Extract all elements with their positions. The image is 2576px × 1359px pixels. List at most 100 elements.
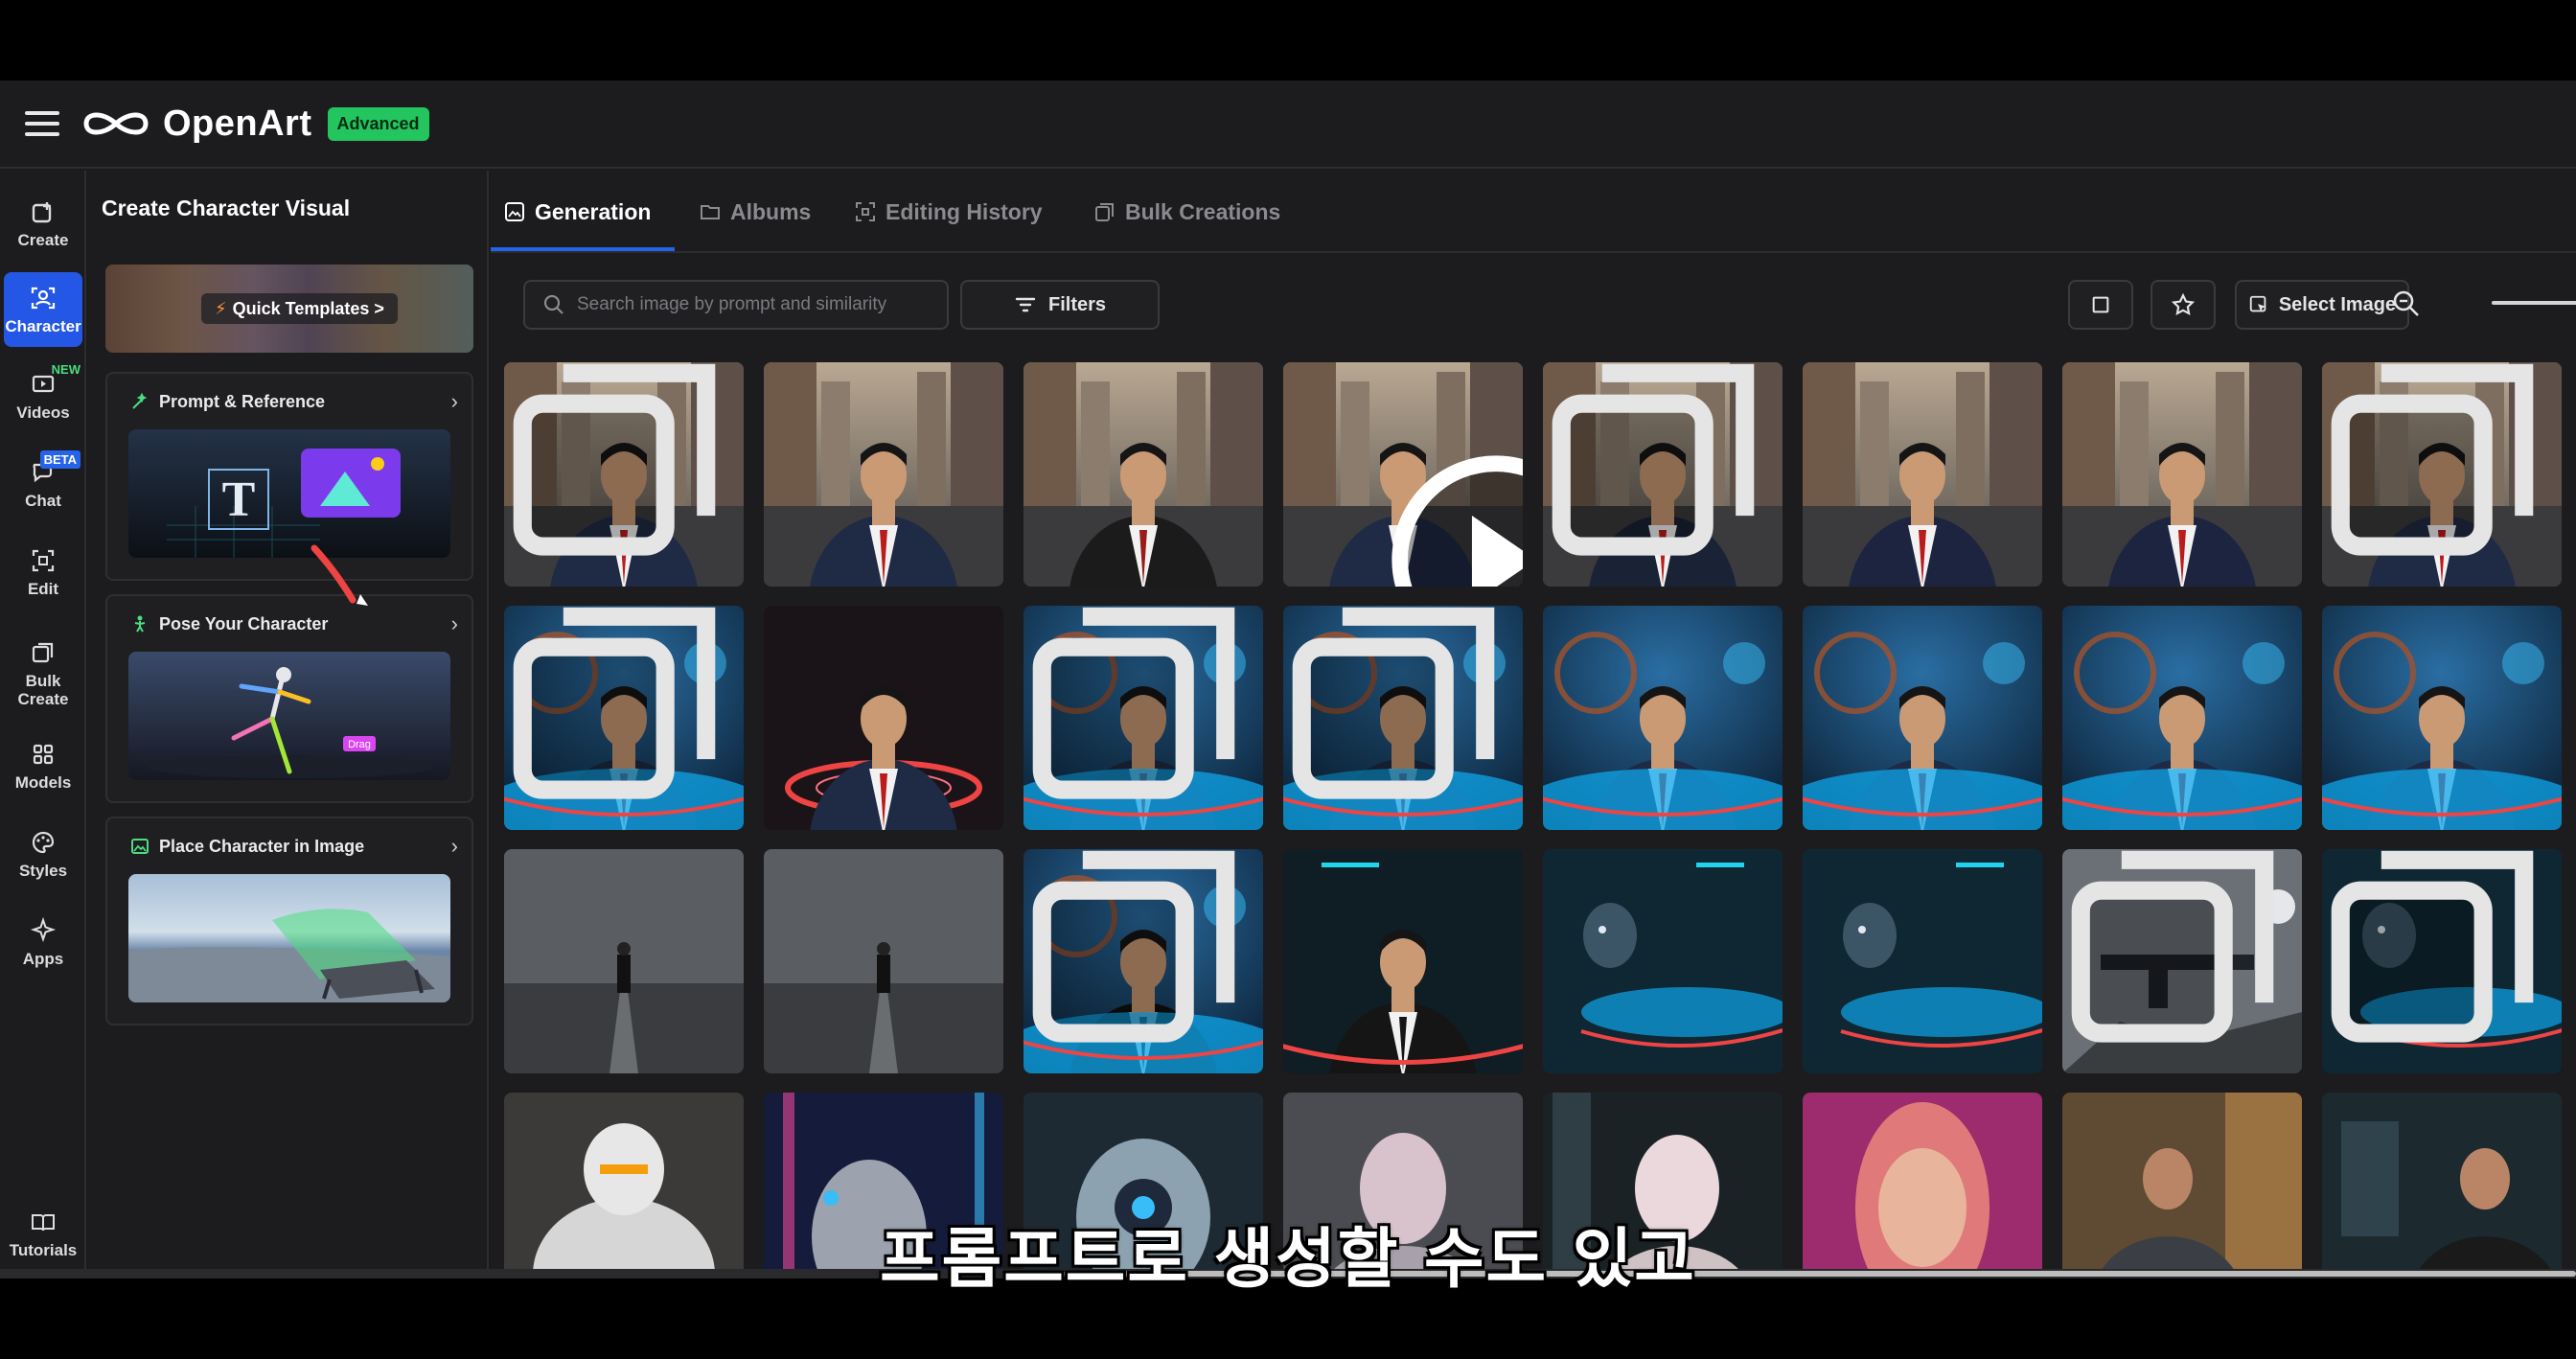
edit-icon: [32, 549, 55, 571]
quick-templates-banner[interactable]: ⚡ Quick Templates >: [105, 265, 473, 353]
gallery-image[interactable]: [1803, 849, 2042, 1073]
gallery-image[interactable]: [504, 606, 744, 830]
variations-icon: [1292, 607, 1495, 799]
tab-generation[interactable]: Generation: [504, 171, 651, 253]
gallery-image[interactable]: [2322, 362, 2562, 587]
gallery-image[interactable]: [1283, 606, 1523, 830]
variations-icon: [1552, 363, 1755, 556]
square-icon: [2092, 296, 2109, 313]
bolt-icon: ⚡: [215, 298, 227, 318]
editing-history-icon: [856, 202, 875, 221]
gallery-image[interactable]: [1543, 606, 1782, 830]
select-toggle-button[interactable]: [2068, 280, 2133, 330]
gallery-image[interactable]: [1543, 362, 1782, 587]
active-tab-indicator: [491, 247, 675, 251]
gallery-image[interactable]: [504, 362, 744, 587]
gallery-image[interactable]: [2062, 606, 2302, 830]
create-panel: Create Character Visual ⚡ Quick Template…: [88, 171, 489, 1278]
pose-icon: [134, 615, 146, 633]
top-bar: OpenArt Advanced: [0, 81, 2576, 169]
zoom-slider[interactable]: [2492, 301, 2576, 305]
chevron-right-icon: ›: [450, 611, 458, 635]
gallery-image[interactable]: [504, 849, 744, 1073]
gallery-image[interactable]: [1803, 606, 2042, 830]
star-icon: [2171, 292, 2196, 315]
place-character-card[interactable]: Place Character in Image ›: [105, 817, 473, 1025]
gallery-image[interactable]: [764, 362, 1003, 587]
select-image-button[interactable]: Select Image: [2235, 280, 2409, 330]
gallery-image[interactable]: [1024, 606, 1263, 830]
video-subtitle: 프롬프트로 생성할 수도 있고: [880, 1222, 1696, 1298]
search-box[interactable]: [523, 280, 949, 330]
select-image-icon: [2249, 295, 2266, 312]
rail-character[interactable]: Character: [4, 272, 82, 347]
chevron-right-icon: ›: [450, 834, 458, 858]
gallery-image[interactable]: [2322, 606, 2562, 830]
svg-text:T: T: [222, 472, 256, 527]
gallery-image[interactable]: [1024, 362, 1263, 587]
left-rail: Create Character NEW Videos BETA Chat Ed…: [0, 171, 86, 1278]
chevron-right-icon: ›: [450, 389, 458, 413]
openart-app: OpenArt Advanced Create Character NEW Vi…: [0, 81, 2576, 1278]
video-frame: OpenArt Advanced Create Character NEW Vi…: [0, 0, 2576, 1359]
quick-templates-button[interactable]: ⚡ Quick Templates >: [201, 293, 398, 324]
tab-bulk-creations[interactable]: Bulk Creations: [1094, 171, 1280, 253]
menu-icon[interactable]: [25, 111, 59, 136]
rail-chat[interactable]: BETA Chat: [4, 447, 82, 521]
place-character-preview: [128, 874, 450, 1002]
variations-icon: [513, 607, 716, 799]
folder-icon: [701, 205, 720, 219]
gallery-image[interactable]: [2062, 849, 2302, 1073]
annotation-arrow-icon: [310, 544, 368, 606]
models-icon: [33, 744, 54, 764]
panel-title: Create Character Visual: [102, 196, 351, 220]
search-icon: [543, 294, 564, 314]
filter-icon: [1015, 297, 1036, 312]
main-area: Generation Albums Editing History Bulk C…: [491, 171, 2576, 1278]
gallery-image[interactable]: [1283, 849, 1523, 1073]
gallery-image[interactable]: [1024, 849, 1263, 1073]
play-icon[interactable]: [1376, 448, 1523, 587]
variations-icon: [1032, 850, 1235, 1043]
rail-models[interactable]: Models: [4, 728, 82, 803]
variations-icon: [513, 363, 716, 556]
rail-videos[interactable]: NEW Videos: [4, 358, 82, 433]
generation-icon: [505, 202, 524, 221]
character-icon: [31, 287, 56, 309]
favorite-button[interactable]: [2150, 280, 2216, 330]
pose-character-card[interactable]: Pose Your Character › Drag: [105, 594, 473, 803]
bulk-creations-icon: [1095, 203, 1114, 221]
styles-icon: [32, 831, 55, 853]
plan-badge: Advanced: [327, 106, 429, 141]
apps-icon: [30, 916, 57, 942]
gallery-image[interactable]: [2062, 362, 2302, 587]
rail-apps[interactable]: Apps: [4, 905, 82, 979]
rail-bulk-create[interactable]: Bulk Create: [4, 629, 82, 719]
tab-editing-history[interactable]: Editing History: [855, 171, 1043, 253]
rail-styles[interactable]: Styles: [4, 817, 82, 891]
logo[interactable]: OpenArt Advanced: [80, 104, 429, 145]
tab-bar: Generation Albums Editing History Bulk C…: [491, 171, 2576, 253]
image-gallery: [504, 362, 2574, 1278]
image-icon: [131, 839, 149, 854]
filters-button[interactable]: Filters: [960, 280, 1160, 330]
tab-albums[interactable]: Albums: [700, 171, 811, 253]
gallery-image[interactable]: [2322, 849, 2562, 1073]
variations-icon: [2331, 850, 2534, 1043]
zoom-out-icon[interactable]: [2392, 289, 2421, 318]
search-input[interactable]: [577, 294, 941, 315]
gallery-image[interactable]: [1543, 849, 1782, 1073]
bulk-create-icon: [32, 642, 54, 663]
gallery-image[interactable]: [1283, 362, 1523, 587]
rail-edit[interactable]: Edit: [4, 535, 82, 610]
gallery-image[interactable]: [1803, 362, 2042, 587]
prompt-reference-preview: T: [128, 429, 450, 558]
rail-create[interactable]: Create: [4, 186, 82, 261]
gallery-image[interactable]: [764, 849, 1003, 1073]
gallery-toolbar: Filters Select Image: [491, 253, 2576, 349]
prompt-reference-card[interactable]: Prompt & Reference › T: [105, 372, 473, 581]
create-icon: [32, 201, 52, 222]
beta-tag: BETA: [39, 450, 80, 469]
gallery-image[interactable]: [764, 606, 1003, 830]
prompt-icon: [132, 392, 148, 409]
